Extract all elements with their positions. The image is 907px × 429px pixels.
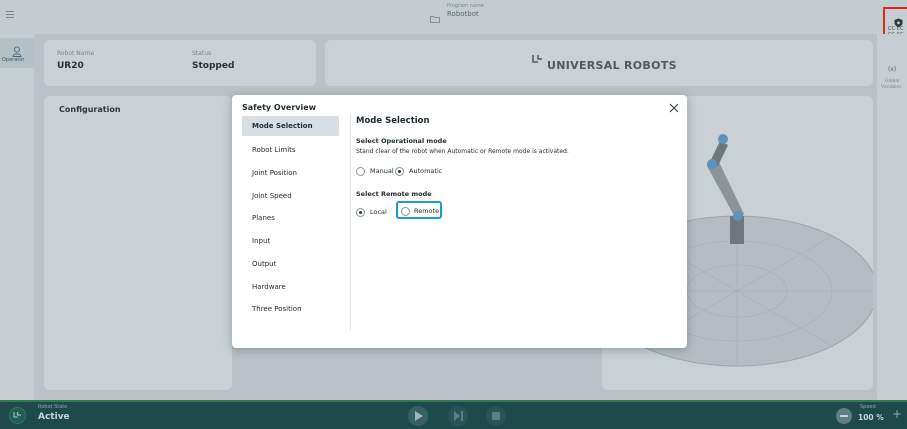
dialog-sidebar-title: Safety Overview [242,103,317,112]
play-button[interactable] [408,406,428,426]
program-name-label: Program name [447,3,484,9]
dialog-title: Mode Selection [356,116,430,126]
speed-value: 100 % [858,413,884,422]
play-icon [415,411,423,421]
ur-power-icon[interactable] [9,407,26,424]
robot-name: UR20 [57,61,84,71]
brand-logo-text: UNIVERSAL ROBOTS [547,59,677,72]
remote-radio[interactable] [401,206,410,216]
menu-icon[interactable] [6,9,14,20]
brand-card: UNIVERSAL ROBOTS [325,40,873,86]
sidebar-divider [350,113,351,331]
close-icon [669,103,679,113]
automatic-label[interactable]: Automatic [409,167,442,175]
local-radio[interactable] [356,208,365,217]
configuration-title: Configuration [59,105,121,114]
sidebar-item-planes[interactable]: Planes [242,208,339,228]
remote-mode-heading: Select Remote mode [356,190,432,198]
sidebar-item-mode-selection[interactable]: Mode Selection [242,116,339,136]
left-rail: Operator [0,34,34,400]
minus-icon [840,415,848,417]
bottom-bar: Robot State Active Speed 100 % + [0,400,907,429]
robot-name-label: Robot Name [57,50,95,57]
configuration-card: Configuration [44,96,232,390]
sidebar-item-hardware[interactable]: Hardware [242,277,339,297]
variables-label-top[interactable]: Global [885,79,899,84]
program-name[interactable]: Robotbot [447,10,479,18]
operator-nav-item[interactable]: Operator [0,38,34,68]
folder-icon [430,8,440,27]
sidebar-item-joint-position[interactable]: Joint Position [242,163,339,183]
sidebar-item-input[interactable]: Input [242,231,339,251]
operational-mode-heading: Select Operational mode [356,137,447,145]
step-icon [454,411,463,421]
safety-overview-dialog: Safety Overview Mode Selection Robot Lim… [232,95,687,348]
local-label[interactable]: Local [370,208,387,216]
remote-label[interactable]: Remote [414,207,439,215]
speed-label: Speed [860,404,876,410]
sidebar-item-three-position[interactable]: Three Position [242,299,339,319]
close-button[interactable] [668,99,680,113]
sidebar-item-joint-speed[interactable]: Joint Speed [242,186,339,206]
robot-state-label: Robot State [38,404,68,410]
stop-icon [492,412,500,420]
manual-label[interactable]: Manual [370,167,394,175]
robot-state-value: Active [38,412,70,422]
stop-button[interactable] [486,406,506,426]
ur-logo-icon [532,51,544,70]
sidebar-item-output[interactable]: Output [242,254,339,274]
variables-label-bottom[interactable]: Variables [881,85,902,90]
robot-info-card: Robot Name UR20 Status Stopped [44,40,316,86]
speed-increase-button[interactable]: + [892,407,902,421]
top-bar: Program name Robotbot CC CC CC CC [0,0,907,49]
status-label: Status [192,50,212,57]
manual-radio[interactable] [356,167,365,176]
operational-mode-description: Stand clear of the robot when Automatic … [356,148,569,155]
status-value: Stopped [192,61,235,71]
step-button[interactable] [448,406,468,426]
right-rail: (x) Global Variables [877,34,907,400]
remote-option-highlight[interactable]: Remote [396,201,442,219]
sidebar-item-robot-limits[interactable]: Robot Limits [242,140,339,160]
automatic-radio[interactable] [395,167,404,176]
variables-icon: (x) [888,66,897,73]
operator-label: Operator [2,57,25,63]
speed-decrease-button[interactable] [836,408,852,424]
